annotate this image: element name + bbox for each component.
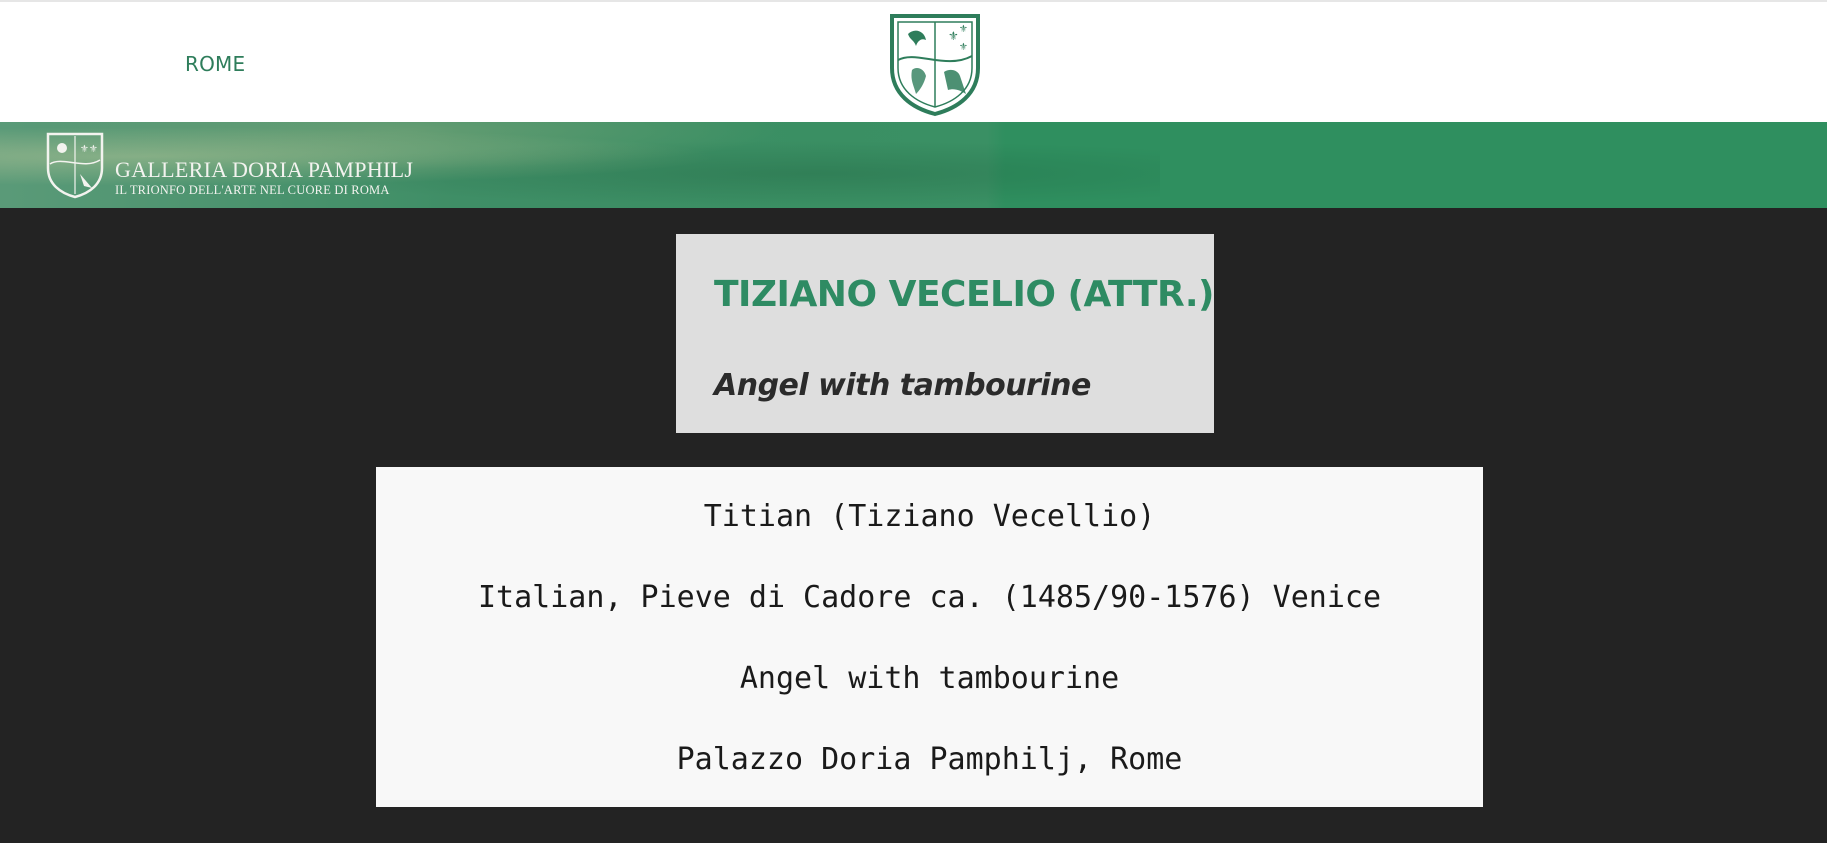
coat-of-arms-icon: ⚜⚜	[46, 132, 104, 199]
artwork-location: Palazzo Doria Pamphilj, Rome	[676, 742, 1183, 777]
svg-text:⚜: ⚜	[959, 24, 968, 35]
artwork-details-card: Titian (Tiziano Vecellio) Italian, Pieve…	[376, 467, 1483, 807]
top-navigation-bar: ROME ⚜ ⚜ ⚜	[0, 0, 1827, 122]
artwork-heading-card: TIZIANO VECELIO (ATTR.) Angel with tambo…	[676, 234, 1215, 433]
svg-text:⚜: ⚜	[959, 42, 968, 53]
gallery-title: GALLERIA DORIA PAMPHILJ	[115, 157, 414, 182]
artist-name: TIZIANO VECELIO (ATTR.)	[714, 274, 1215, 315]
nav-link-rome[interactable]: ROME	[185, 52, 245, 76]
artwork-title: Angel with tambourine	[714, 368, 1091, 403]
gallery-subtitle: IL TRIONFO DELL'ARTE NEL CUORE DI ROMA	[115, 183, 390, 197]
coat-of-arms-icon[interactable]: ⚜ ⚜ ⚜	[886, 10, 984, 118]
svg-text:⚜⚜: ⚜⚜	[80, 144, 98, 155]
artist-origin-dates: Italian, Pieve di Cadore ca. (1485/90-15…	[477, 580, 1382, 615]
artwork-title-detail: Angel with tambourine	[739, 661, 1120, 696]
artist-full-name: Titian (Tiziano Vecellio)	[703, 499, 1156, 534]
svg-text:⚜: ⚜	[948, 29, 959, 43]
gallery-banner: ⚜⚜ GALLERIA DORIA PAMPHILJ IL TRIONFO DE…	[0, 122, 1827, 208]
